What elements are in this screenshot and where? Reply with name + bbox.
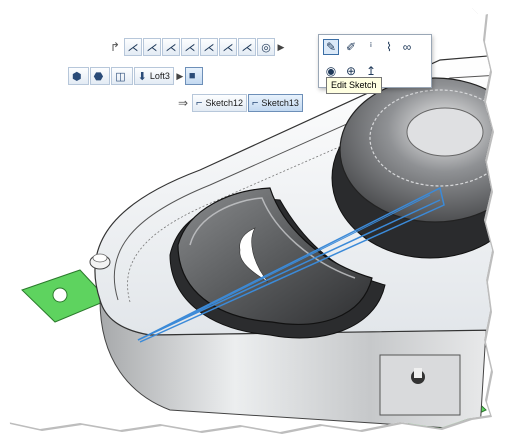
feature-breadcrumb: ⬢ ⬣ ◫ ⬇ Loft3 ▶ ■ (68, 67, 204, 85)
sketch12-crumb[interactable]: ⌐ Sketch12 (192, 94, 247, 112)
fillet-icon[interactable]: ⋌ (181, 38, 199, 56)
body-crumb-icon[interactable]: ⬣ (89, 67, 111, 85)
feature-crumb-loft[interactable]: ⬇ Loft3 (133, 67, 174, 85)
fillet-icon[interactable]: ⋌ (124, 38, 142, 56)
fillet-icon[interactable]: ⋌ (238, 38, 256, 56)
loft-label: Loft3 (149, 71, 170, 81)
fillet-icon[interactable]: ⋌ (219, 38, 237, 56)
circle-target-icon[interactable]: ◎ (257, 38, 275, 56)
part-crumb-icon[interactable]: ⬢ (68, 67, 89, 85)
fillet-icon[interactable]: ⋌ (162, 38, 180, 56)
info-icon[interactable]: ⁱ (363, 39, 379, 55)
expand-arrow-icon[interactable]: ▶ (276, 38, 286, 56)
sketch-lead-icon: ⇒ (177, 96, 189, 110)
toolbar-arrow-icon: ↱ (109, 40, 121, 54)
sketch13-label: Sketch13 (261, 98, 299, 108)
fillet-icon[interactable]: ⋌ (200, 38, 218, 56)
fillet-icon[interactable]: ⋌ (143, 38, 161, 56)
smart-dimension-icon[interactable]: ✐ (343, 39, 359, 55)
cube-crumb-icon[interactable]: ◫ (111, 67, 133, 85)
paperclip-icon[interactable]: ⌇ (381, 39, 397, 55)
edit-sketch-icon[interactable]: ✎ (323, 39, 339, 55)
face-crumb[interactable]: ■ (184, 67, 203, 85)
sketch-breadcrumb: ⇒ ⌐ Sketch12 ⌐ Sketch13 (176, 94, 304, 112)
pcb-hole (52, 287, 68, 303)
sketch12-label: Sketch12 (205, 98, 243, 108)
sketch13-crumb[interactable]: ⌐ Sketch13 (247, 94, 303, 112)
sketch-icon: ⌐ (196, 97, 203, 109)
edit-sketch-tooltip: Edit Sketch (326, 77, 382, 94)
feature-toolbar: ↱ ⋌ ⋌ ⋌ ⋌ ⋌ ⋌ ⋌ ◎ ▶ (108, 38, 286, 56)
side-connector (379, 354, 461, 416)
sketch-icon: ⌐ (251, 97, 259, 109)
breadcrumb-arrow-icon[interactable]: ▶ (175, 67, 185, 85)
link-icon[interactable]: ∞ (399, 39, 415, 55)
down-arrow-icon: ⬇ (137, 70, 147, 83)
